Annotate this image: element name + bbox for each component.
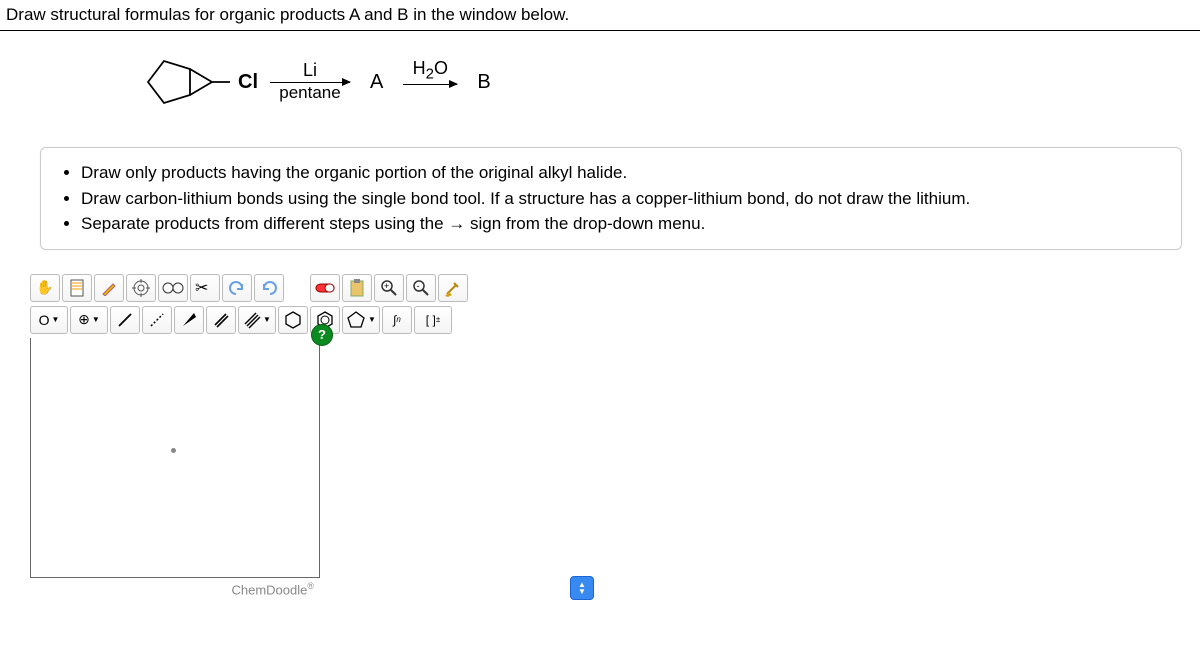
hand-icon[interactable]: ✋ [30,274,60,302]
canvas-atom-dot[interactable] [171,448,176,453]
redo-icon[interactable] [254,274,284,302]
chevron-down-icon: ▼ [263,315,271,324]
product-A-label: A [370,71,383,94]
toolbar-row-2: O▼ ⊕▼ ▼ ▼ ∫n [ ]± [30,304,590,336]
reaction-scheme: Cl Li pentane A H2O B [0,31,1200,133]
pentagon-icon[interactable]: ▼ [342,306,380,334]
zoom-out-icon[interactable]: - [406,274,436,302]
wedge-bond-icon[interactable] [174,306,204,334]
chevron-down-icon: ▼ [578,588,586,595]
bracket-charge-icon[interactable]: [ ]± [414,306,452,334]
pencil-icon[interactable] [94,274,124,302]
doc-icon[interactable] [62,274,92,302]
chevron-down-icon: ▼ [368,315,376,324]
instruction-item: Draw carbon-lithium bonds using the sing… [81,186,1167,212]
arrow-1: Li pentane [270,61,350,103]
product-B-label: B [477,71,490,94]
dashed-bond-icon[interactable] [142,306,172,334]
glasses-icon[interactable] [158,274,188,302]
svg-text:-: - [417,281,420,291]
svg-text:+: + [384,281,389,291]
instruction-item: Draw only products having the organic po… [81,160,1167,186]
chevron-down-icon: ▼ [92,315,100,324]
arrow1-reagent-top: Li [303,61,317,79]
triple-bond-icon[interactable]: ▼ [238,306,276,334]
chemdoodle-brand: ChemDoodle® [30,578,320,600]
scissors-icon[interactable]: ✂ [190,274,220,302]
stepper-control[interactable]: ▲ ▼ [570,576,594,600]
arrow-2: H2O [403,59,457,106]
target-icon[interactable] [126,274,156,302]
instructions-box: Draw only products having the organic po… [40,147,1182,250]
chevron-down-icon: ▼ [51,315,59,324]
cyclopentyl-chloride-structure [130,49,234,115]
integral-n-icon[interactable]: ∫n [382,306,412,334]
paste-icon[interactable] [342,274,372,302]
charge-button[interactable]: ⊕▼ [70,306,108,334]
pill-icon[interactable] [310,274,340,302]
single-bond-icon[interactable] [110,306,140,334]
hexagon-icon[interactable] [278,306,308,334]
element-button[interactable]: O▼ [30,306,68,334]
sketch-widget: ✋ ✂ + - [30,272,590,626]
instruction-item: Separate products from different steps u… [81,211,1167,237]
arrow1-reagent-bottom: pentane [279,83,340,103]
svg-text:✂: ✂ [195,280,208,296]
zoom-in-icon[interactable]: + [374,274,404,302]
question-prompt: Draw structural formulas for organic pro… [0,0,1200,30]
cl-label: Cl [238,71,258,94]
drawing-canvas[interactable]: ? [30,338,320,578]
arrow2-reagent-top: H2O [413,59,448,82]
help-button[interactable]: ? [311,324,333,346]
toolbar-row-1: ✋ ✂ + - [30,272,590,304]
broom-icon[interactable] [438,274,468,302]
undo-icon[interactable] [222,274,252,302]
double-bond-icon[interactable] [206,306,236,334]
